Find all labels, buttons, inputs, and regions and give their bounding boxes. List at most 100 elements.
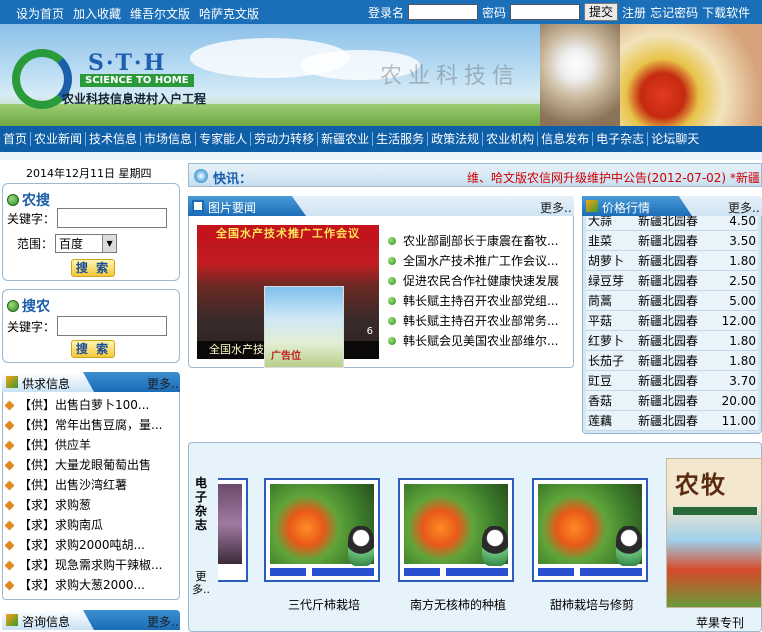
list-item[interactable]: 韩长赋会见美国农业部维尔... — [388, 331, 570, 351]
price-more-link[interactable]: 更多.. — [728, 199, 760, 216]
ad-label: 广告位 — [271, 351, 301, 362]
scope-select[interactable]: 百度 ▼ — [55, 234, 118, 253]
list-item[interactable]: 【求】求购2000吨胡... — [4, 535, 178, 555]
magazine-card[interactable] — [398, 478, 514, 582]
nav-e-magazine[interactable]: 电子杂志 — [593, 132, 649, 146]
table-row[interactable]: 胡萝卜 新疆北园春 1.80 — [586, 251, 758, 271]
table-row[interactable]: 豇豆 新疆北园春 3.70 — [586, 371, 758, 391]
ad-image[interactable]: 广告位 — [264, 286, 344, 368]
list-item[interactable]: 【供】大量龙眼葡萄出售 — [4, 455, 178, 475]
diamond-bullet-icon — [4, 400, 15, 410]
table-row[interactable]: 平菇 新疆北园春 12.00 — [586, 311, 758, 331]
list-item[interactable]: 【供】供应羊 — [4, 435, 178, 455]
slider-knob — [440, 568, 446, 576]
kazakh-version-link[interactable]: 哈萨克文版 — [199, 5, 259, 22]
magazine-card-title[interactable]: 甜柿栽培与修剪 — [540, 596, 644, 613]
register-link[interactable]: 注册 — [622, 4, 646, 21]
download-software-link[interactable]: 下载软件 — [702, 4, 750, 21]
cover-title: 农牧 — [675, 470, 727, 499]
set-homepage-link[interactable]: 设为首页 — [16, 5, 64, 22]
nav-tech-info[interactable]: 技术信息 — [86, 132, 142, 146]
list-item[interactable]: 韩长赋主持召开农业部党组... — [388, 291, 570, 311]
list-item[interactable]: 韩长赋主持召开农业部常务... — [388, 311, 570, 331]
magazine-cover[interactable]: 农牧 — [666, 458, 762, 608]
nav-policy[interactable]: 政策法规 — [428, 132, 484, 146]
table-row[interactable]: 香菇 新疆北园春 20.00 — [586, 391, 758, 411]
table-row[interactable]: 红萝卜 新疆北园春 1.80 — [586, 331, 758, 351]
search-button[interactable]: 搜 索 — [71, 259, 115, 277]
magazine-card-title[interactable]: 三代斤柿栽培 — [276, 596, 372, 613]
username-input[interactable] — [408, 4, 479, 20]
nav-labor-transfer[interactable]: 劳动力转移 — [251, 132, 319, 146]
price-title: 价格行情 — [602, 201, 651, 215]
list-item[interactable]: 农业部副部长于康震在畜牧... — [388, 231, 570, 251]
search-button[interactable]: 搜 索 — [71, 340, 115, 358]
nav-experts[interactable]: 专家能人 — [196, 132, 252, 146]
green-dot-icon — [388, 257, 396, 265]
list-item[interactable]: 【求】求购南瓜 — [4, 515, 178, 535]
news-flash-message[interactable]: 维、哈文版农信网升级维护中公告(2012-07-02) *新疆 — [467, 169, 760, 186]
table-row[interactable]: 莲藕 新疆北园春 11.00 — [586, 411, 758, 431]
slider-knob — [574, 568, 580, 576]
list-item[interactable]: 【供】出售白萝卜100... — [4, 395, 178, 415]
picture-news-more-link[interactable]: 更多.. — [540, 199, 572, 216]
scope-selected-value: 百度 — [59, 237, 84, 251]
list-item[interactable]: 【求】求购葱 — [4, 495, 178, 515]
supply-more-link[interactable]: 更多.. — [147, 375, 179, 392]
table-row[interactable]: 长茄子 新疆北园春 1.80 — [586, 351, 758, 371]
green-dot-icon — [388, 277, 396, 285]
uyghur-version-link[interactable]: 维吾尔文版 — [130, 5, 190, 22]
logo-subtitle: SCIENCE TO HOME — [80, 74, 194, 87]
password-input[interactable] — [510, 4, 581, 20]
magazine-cover-title[interactable]: 苹果专刊 — [690, 614, 750, 631]
globe-icon — [7, 194, 19, 206]
nav-market-info[interactable]: 市场信息 — [141, 132, 197, 146]
table-row[interactable]: 绿豆芽 新疆北园春 2.50 — [586, 271, 758, 291]
panel-title-text: 搜农 — [22, 299, 50, 315]
nav-home[interactable]: 首页 — [0, 132, 32, 146]
scope-label: 范围： — [17, 237, 54, 251]
section-icon — [6, 614, 18, 626]
nav-forum[interactable]: 论坛聊天 — [648, 132, 702, 146]
consult-title: 咨询信息 — [22, 615, 71, 629]
magazine-card[interactable] — [264, 478, 380, 582]
search-panel-sounong: 搜农 关键字： 搜 索 — [2, 289, 180, 363]
current-date: 2014年12月11日 星期四 — [26, 167, 152, 180]
diamond-bullet-icon — [4, 560, 15, 570]
nav-agri-agencies[interactable]: 农业机构 — [483, 132, 539, 146]
search-panel-nongsou: 农搜 关键字： 范围： 百度 ▼ 搜 索 — [2, 183, 180, 281]
list-item[interactable]: 【供】出售沙湾红薯 — [4, 475, 178, 495]
diamond-bullet-icon — [4, 460, 15, 470]
table-row[interactable]: 韭菜 新疆北园春 3.50 — [586, 231, 758, 251]
list-item[interactable]: 【供】常年出售豆腐，量... — [4, 415, 178, 435]
consult-more-link[interactable]: 更多.. — [147, 613, 179, 630]
forgot-password-link[interactable]: 忘记密码 — [650, 4, 698, 21]
nav-agri-news[interactable]: 农业新闻 — [31, 132, 87, 146]
picture-news-header: 图片要闻 更多.. — [188, 196, 574, 216]
add-favorite-link[interactable]: 加入收藏 — [73, 5, 121, 22]
magazine-card-title[interactable]: 南方无核柿的种植 — [402, 596, 514, 613]
keyword-row: 关键字： — [7, 208, 168, 228]
keyword-input[interactable] — [57, 208, 168, 228]
diamond-bullet-icon — [4, 500, 15, 510]
table-row[interactable]: 茼蒿 新疆北园春 5.00 — [586, 291, 758, 311]
sparkle-icon — [194, 169, 208, 183]
list-item[interactable]: 全国水产技术推广工作会议... — [388, 251, 570, 271]
keyword-input[interactable] — [57, 316, 168, 336]
list-item[interactable]: 促进农民合作社健康快速发展 — [388, 271, 570, 291]
supply-title: 供求信息 — [22, 377, 71, 391]
list-item[interactable]: 【求】求购大葱2000... — [4, 575, 178, 595]
magazine-card-partial[interactable] — [218, 478, 248, 582]
supply-header: 供求信息 更多.. — [2, 372, 180, 392]
nav-life-services[interactable]: 生活服务 — [373, 132, 429, 146]
top-links: 设为首页 加入收藏 维吾尔文版 哈萨克文版 — [16, 5, 259, 22]
nav-xinjiang-agri[interactable]: 新疆农业 — [318, 132, 374, 146]
magazine-card[interactable] — [532, 478, 648, 582]
submit-button[interactable]: 提交 — [584, 3, 619, 21]
photo-page-number[interactable]: 6 — [367, 326, 373, 337]
e-magazine-more-link[interactable]: 更多.. — [192, 570, 210, 596]
globe-icon — [7, 300, 19, 312]
list-item[interactable]: 【求】现急需求购干辣椒... — [4, 555, 178, 575]
keyword-label: 关键字： — [7, 319, 56, 334]
nav-info-publish[interactable]: 信息发布 — [538, 132, 594, 146]
